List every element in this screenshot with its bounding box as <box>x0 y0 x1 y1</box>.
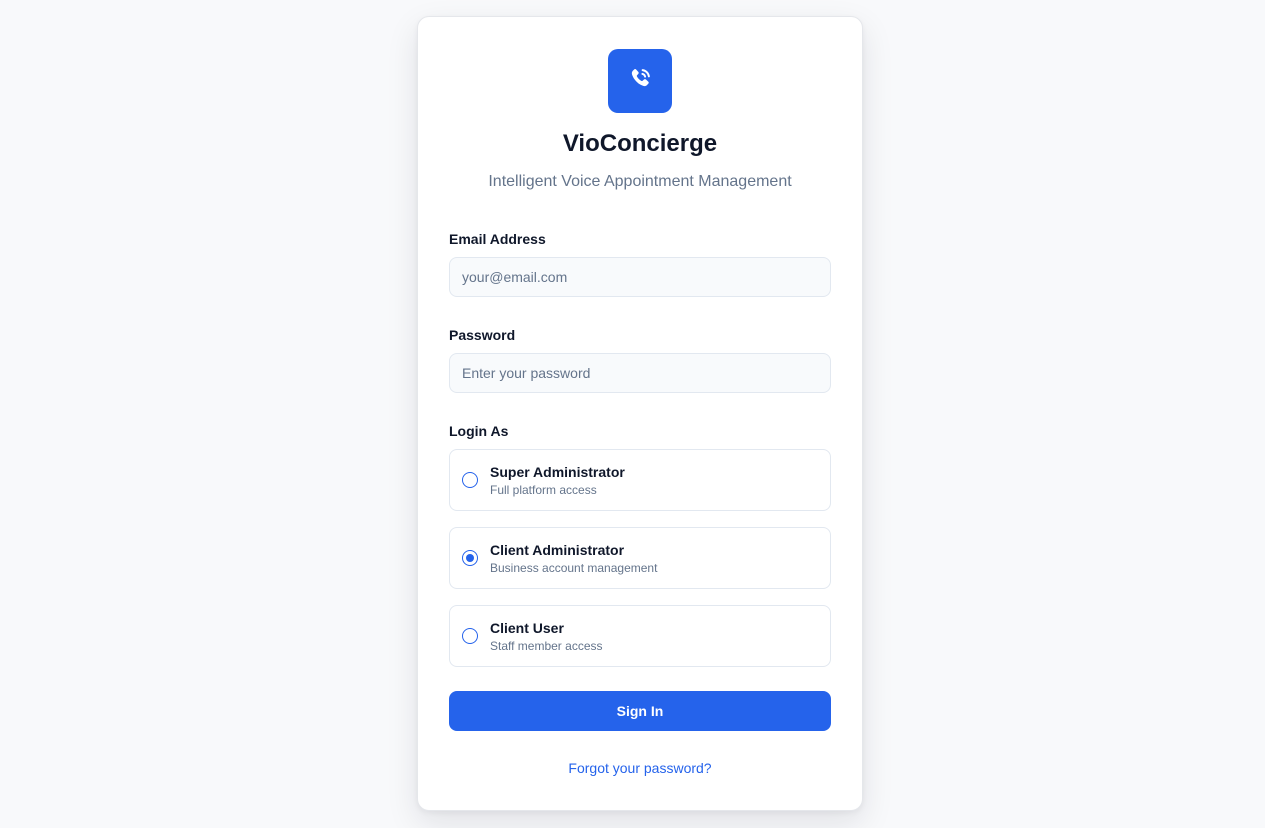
password-label: Password <box>449 327 516 343</box>
role-description: Business account management <box>490 561 658 575</box>
radio-button[interactable] <box>462 628 478 644</box>
role-title: Client Administrator <box>490 542 625 558</box>
phone-call-icon <box>627 66 653 97</box>
email-label: Email Address <box>449 231 546 247</box>
role-option-client-administrator[interactable]: Client Administrator Business account ma… <box>449 527 831 589</box>
sign-in-button[interactable]: Sign In <box>449 691 831 731</box>
radio-button-selected[interactable] <box>462 550 478 566</box>
radio-button[interactable] <box>462 472 478 488</box>
login-as-label: Login As <box>449 423 509 439</box>
login-card: VioConcierge Intelligent Voice Appointme… <box>417 16 863 811</box>
role-description: Full platform access <box>490 483 597 497</box>
app-logo <box>608 49 672 113</box>
forgot-password-link[interactable]: Forgot your password? <box>418 759 862 777</box>
role-option-client-user[interactable]: Client User Staff member access <box>449 605 831 667</box>
app-title: VioConcierge <box>562 130 718 157</box>
email-input[interactable] <box>449 257 831 297</box>
role-title: Super Administrator <box>490 464 625 480</box>
role-description: Staff member access <box>490 639 603 653</box>
app-subtitle: Intelligent Voice Appointment Management <box>488 173 792 190</box>
password-input[interactable] <box>449 353 831 393</box>
role-title: Client User <box>490 620 564 636</box>
role-option-super-administrator[interactable]: Super Administrator Full platform access <box>449 449 831 511</box>
